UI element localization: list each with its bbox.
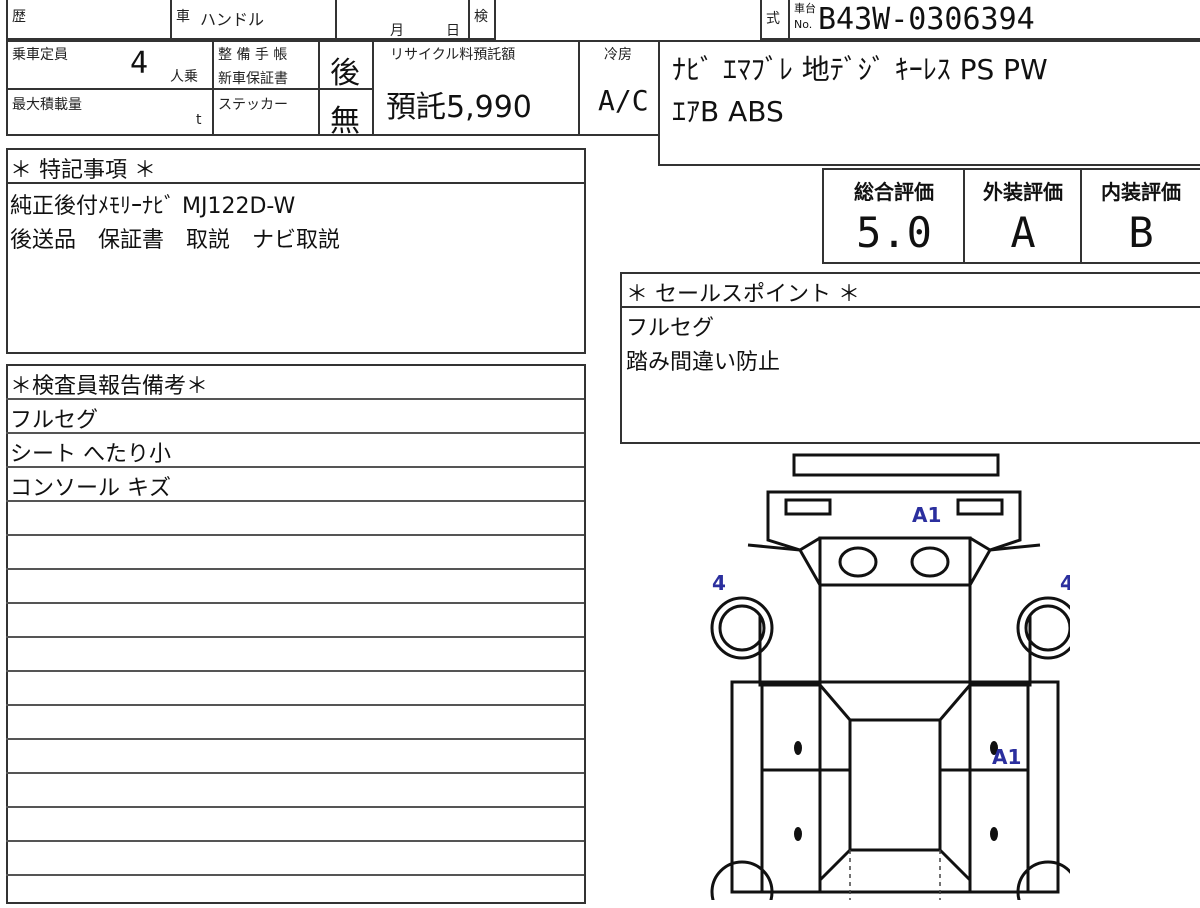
ken-label: 検 (474, 9, 488, 25)
sales-points-line-1: フルセグ (626, 316, 715, 341)
damage-mark-front-left-wheel: 4 (712, 571, 726, 595)
chassis-number: B43W-0306394 (818, 2, 1035, 37)
max-load-unit: t (196, 112, 202, 128)
aircon-value: A/C (598, 84, 649, 117)
sha-label: 車 (176, 9, 190, 25)
overall-value: 5.0 (856, 208, 932, 257)
damage-mark-right-side: A1 (992, 745, 1021, 769)
month-label: 月 (390, 23, 404, 39)
maintenance-value: 後 (330, 56, 360, 91)
maintenance-label-1: 整 備 手 帳 (218, 47, 288, 63)
chassis-label-bottom: No. (794, 18, 813, 31)
capacity-value: 4 (130, 46, 149, 81)
body-right-panel (1026, 680, 1060, 894)
roof (848, 718, 942, 852)
inspector-line-3: コンソール キズ (10, 476, 171, 501)
exterior-value: A (1010, 208, 1036, 257)
inspector-report-title: ＊検査員報告備考＊ (10, 374, 209, 399)
headlight-right (956, 498, 1004, 516)
equipment-line-2: ｴｱB ABS (672, 95, 784, 128)
recycle-value: 預託5,990 (386, 90, 532, 125)
special-notes-line-1: 純正後付ﾒﾓﾘｰﾅﾋﾞ MJ122D-W (10, 194, 296, 219)
capacity-label: 乗車定員 (12, 47, 68, 63)
max-load-label: 最大積載量 (12, 97, 82, 113)
sales-points-line-2: 踏み間違い防止 (626, 350, 781, 375)
recycle-label: リサイクル料預託額 (390, 47, 516, 63)
shiki-label: 式 (766, 11, 780, 27)
front-bumper (792, 453, 1000, 477)
day-label: 日 (446, 23, 460, 39)
reki-label: 歴 (12, 9, 26, 25)
interior-value: B (1128, 208, 1154, 257)
sticker-label: ステッカー (218, 97, 288, 113)
mirror-left (838, 546, 878, 578)
damage-mark-front-right-wheel: 4 (1060, 571, 1070, 595)
inspector-line-1: フルセグ (10, 408, 99, 433)
interior-label: 内装評価 (1101, 180, 1181, 204)
cabin-outline (760, 680, 1030, 894)
vehicle-diagram: A1 4 4 A1 (710, 453, 1070, 900)
maintenance-label-2: 新車保証書 (218, 71, 288, 87)
equipment-line-1: ﾅﾋﾞ ｴﾏﾌﾞﾚ 地ﾃﾞｼﾞ ｷｰﾚｽ PS PW (672, 53, 1048, 86)
sales-points-title: ＊ セールスポイント ＊ (626, 282, 860, 307)
overall-label: 総合評価 (854, 180, 934, 204)
inspector-line-2: シート へたり小 (10, 442, 171, 467)
capacity-unit: 人乗 (170, 69, 198, 85)
headlight-left (784, 498, 832, 516)
handle-label: ハンドル (200, 10, 265, 29)
aircon-label: 冷房 (604, 47, 632, 63)
exterior-label: 外装評価 (983, 180, 1063, 204)
body-left-panel (730, 680, 764, 894)
wheel-rear-right (1016, 860, 1070, 900)
damage-mark-hood: A1 (912, 503, 941, 527)
chassis-label-top: 車台 (794, 2, 816, 15)
sticker-value: 無 (330, 104, 360, 139)
special-notes-line-2: 後送品 保証書 取説 ナビ取説 (10, 228, 341, 253)
special-notes-title: ＊ 特記事項 ＊ (10, 158, 156, 183)
mirror-right (910, 546, 950, 578)
